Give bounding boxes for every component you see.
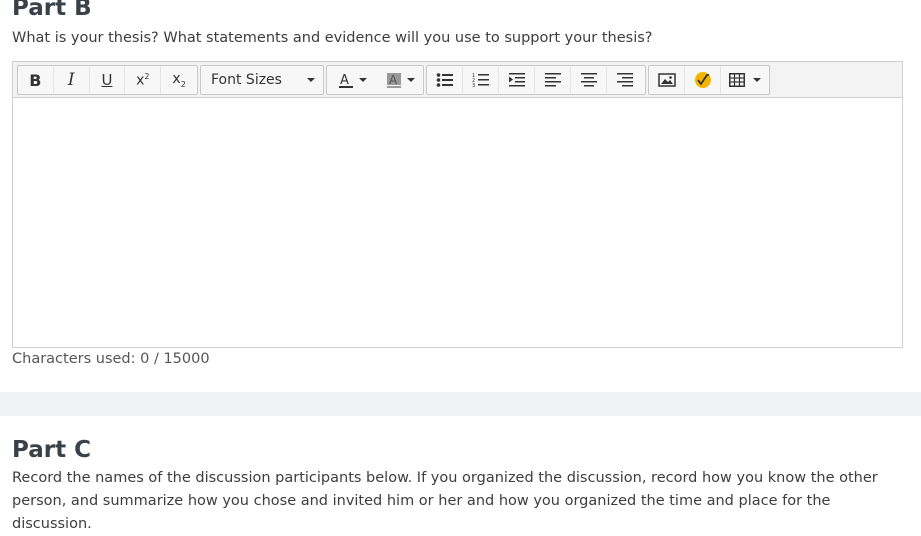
italic-icon: I bbox=[67, 70, 75, 90]
superscript-icon: x2 bbox=[136, 71, 150, 89]
paragraph-button-group: 1 2 3 bbox=[426, 65, 646, 95]
superscript-button[interactable]: x2 bbox=[125, 66, 162, 94]
editor-toolbar: B I U x2 x2 Font Sizes A A 1 2 3 bbox=[13, 62, 902, 98]
align-right-icon bbox=[617, 73, 633, 87]
subscript-icon: x2 bbox=[172, 71, 186, 89]
italic-button[interactable]: I bbox=[54, 66, 90, 94]
insert-table-button[interactable] bbox=[721, 66, 769, 94]
font-size-label: Font Sizes bbox=[211, 72, 282, 88]
math-formula-icon bbox=[694, 72, 711, 88]
image-icon bbox=[657, 73, 676, 87]
svg-text:A: A bbox=[340, 73, 349, 88]
insert-math-button[interactable] bbox=[685, 66, 721, 94]
highlight-color-icon: A bbox=[387, 73, 401, 88]
svg-text:A: A bbox=[389, 73, 398, 87]
character-count: Characters used: 0 / 15000 bbox=[12, 351, 210, 367]
bulleted-list-button[interactable] bbox=[427, 66, 463, 94]
align-center-button[interactable] bbox=[571, 66, 607, 94]
subscript-button[interactable]: x2 bbox=[161, 66, 197, 94]
part-b-prompt: What is your thesis? What statements and… bbox=[12, 30, 653, 46]
chevron-down-icon bbox=[753, 78, 761, 82]
chevron-down-icon bbox=[407, 78, 415, 82]
underline-button[interactable]: U bbox=[90, 66, 126, 94]
bold-button[interactable]: B bbox=[18, 66, 54, 94]
svg-text:3: 3 bbox=[472, 83, 475, 88]
underline-icon: U bbox=[101, 71, 113, 89]
format-button-group: B I U x2 x2 bbox=[17, 65, 198, 95]
part-c-prompt: Record the names of the discussion parti… bbox=[12, 470, 878, 532]
insert-button-group bbox=[648, 65, 770, 95]
indent-icon bbox=[508, 73, 525, 87]
part-b-title: Part B bbox=[12, 0, 92, 21]
font-size-dropdown[interactable]: Font Sizes bbox=[201, 66, 323, 94]
bulleted-list-icon bbox=[436, 73, 453, 87]
section-divider bbox=[0, 392, 921, 416]
highlight-color-button[interactable]: A bbox=[375, 66, 423, 94]
bold-icon: B bbox=[29, 70, 42, 90]
align-left-button[interactable] bbox=[535, 66, 571, 94]
text-color-button[interactable]: A bbox=[327, 66, 375, 94]
chevron-down-icon bbox=[359, 78, 367, 82]
color-button-group: A A bbox=[326, 65, 424, 95]
table-icon bbox=[729, 73, 745, 87]
numbered-list-icon: 1 2 3 bbox=[472, 73, 489, 88]
font-size-group: Font Sizes bbox=[200, 65, 324, 95]
part-b-section: Part B What is your thesis? What stateme… bbox=[0, 0, 921, 393]
align-right-button[interactable] bbox=[607, 66, 643, 94]
indent-button[interactable] bbox=[499, 66, 535, 94]
insert-image-button[interactable] bbox=[649, 66, 685, 94]
part-c-section: Part C Record the names of the discussio… bbox=[0, 416, 921, 532]
align-center-icon bbox=[580, 73, 597, 87]
text-color-icon: A bbox=[339, 73, 353, 88]
numbered-list-button[interactable]: 1 2 3 bbox=[463, 66, 499, 94]
align-left-icon bbox=[544, 73, 561, 87]
editor-content-area[interactable] bbox=[13, 98, 902, 347]
chevron-down-icon bbox=[307, 78, 315, 82]
rich-text-editor: B I U x2 x2 Font Sizes A A 1 2 3 bbox=[12, 61, 903, 348]
part-c-title: Part C bbox=[12, 437, 91, 463]
